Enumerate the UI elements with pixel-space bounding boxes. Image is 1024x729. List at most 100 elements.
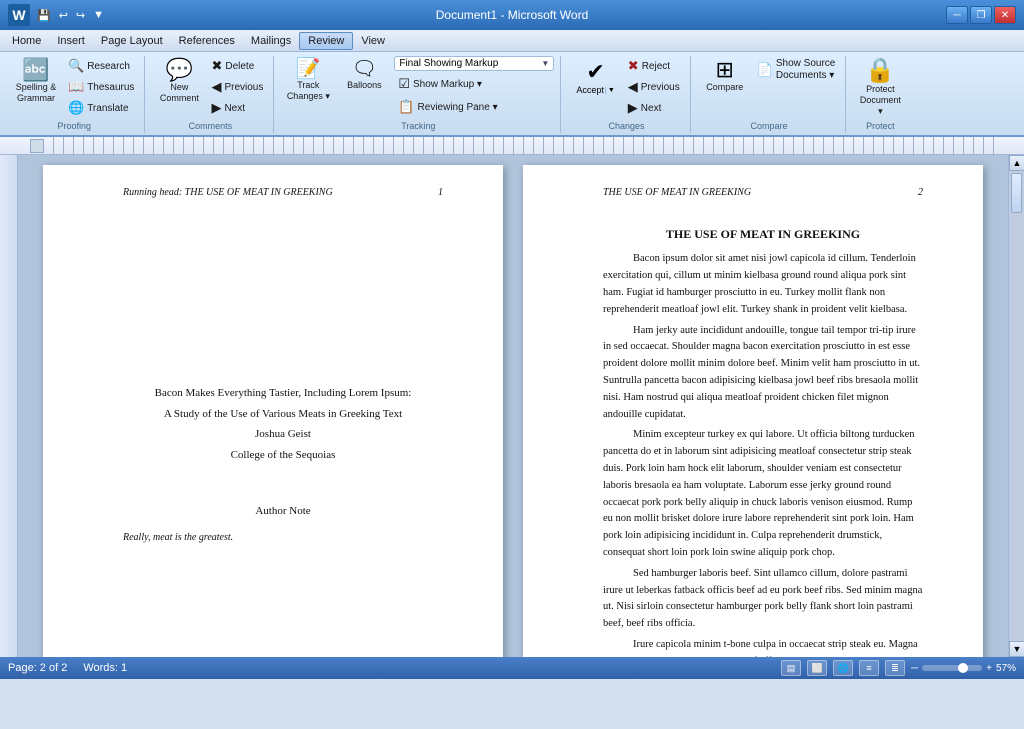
show-source-button[interactable]: 📄Show SourceDocuments ▾ xyxy=(753,56,840,84)
zoom-slider[interactable] xyxy=(922,665,982,671)
protect-document-button[interactable]: 🔒 ProtectDocument ▾ xyxy=(854,56,906,119)
next-comment-button[interactable]: ▶Next xyxy=(207,98,267,118)
new-comment-label: NewComment xyxy=(160,82,199,104)
previous-comment-button[interactable]: ◀Previous xyxy=(207,77,267,97)
research-button[interactable]: 🔍Research xyxy=(64,56,138,76)
menu-references[interactable]: References xyxy=(171,33,243,49)
menu-bar: Home Insert Page Layout References Maili… xyxy=(0,30,1024,52)
compare-content: ⊞ Compare 📄Show SourceDocuments ▾ xyxy=(699,56,840,119)
protect-group-label: Protect xyxy=(854,121,906,133)
thesaurus-icon: 📖 xyxy=(68,79,84,95)
ruler-corner[interactable] xyxy=(30,139,44,153)
markup-dropdown[interactable]: Final Showing Markup ▼ xyxy=(394,56,554,71)
outline-view-button[interactable]: ≡ xyxy=(859,660,879,676)
page1-author-note: Author Note xyxy=(123,503,443,520)
ribbon-group-proofing: 🔤 Spelling &Grammar 🔍Research 📖Thesaurus… xyxy=(4,56,145,133)
delete-icon: ✖ xyxy=(211,58,222,74)
customize-qat-button[interactable]: ▼ xyxy=(90,7,107,23)
delete-button[interactable]: ✖Delete xyxy=(207,56,267,76)
web-layout-view-button[interactable]: 🌐 xyxy=(833,660,853,676)
page2-header-right: 2 xyxy=(918,185,923,200)
title-bar-left: W 💾 ↩ ↪ ▼ xyxy=(8,4,107,26)
maximize-button[interactable]: ❐ xyxy=(970,6,992,24)
minimize-button[interactable]: ─ xyxy=(946,6,968,24)
ribbon: 🔤 Spelling &Grammar 🔍Research 📖Thesaurus… xyxy=(0,52,1024,137)
zoom-in-button[interactable]: + xyxy=(986,663,992,674)
page1-content: Bacon Makes Everything Tastier, Includin… xyxy=(123,385,443,545)
markup-dropdown-arrow: ▼ xyxy=(541,59,549,68)
zoom-level[interactable]: 57% xyxy=(996,663,1016,674)
page2-heading: THE USE OF MEAT IN GREEKING xyxy=(603,225,923,243)
thesaurus-button[interactable]: 📖Thesaurus xyxy=(64,77,138,97)
menu-view[interactable]: View xyxy=(353,33,393,49)
window-title: Document1 - Microsoft Word xyxy=(436,8,589,22)
zoom-bar: ─ + 57% xyxy=(911,663,1016,674)
prev-change-icon: ◀ xyxy=(628,79,638,95)
next-comment-icon: ▶ xyxy=(211,100,221,116)
save-button[interactable]: 💾 xyxy=(34,7,54,24)
menu-home[interactable]: Home xyxy=(4,33,49,49)
show-markup-button[interactable]: ☑Show Markup ▾ xyxy=(394,74,554,94)
page1-subtitle: A Study of the Use of Various Meats in G… xyxy=(123,406,443,423)
ribbon-group-comments: 💬 NewComment ✖Delete ◀Previous ▶Next Com… xyxy=(147,56,274,133)
spelling-label: Spelling &Grammar xyxy=(16,82,57,104)
track-changes-label: TrackChanges ▾ xyxy=(287,80,330,102)
ribbon-group-tracking: 📝 TrackChanges ▾ 🗨 Balloons Final Showin… xyxy=(276,56,561,133)
page2-para-1: Bacon ipsum dolor sit amet nisi jowl cap… xyxy=(603,251,923,318)
compare-button[interactable]: ⊞ Compare xyxy=(699,56,751,96)
window-controls: ─ ❐ ✕ xyxy=(946,6,1016,24)
scroll-up-button[interactable]: ▲ xyxy=(1009,155,1024,171)
document-area[interactable]: Running head: THE USE OF MEAT IN GREEKIN… xyxy=(18,155,1008,657)
spelling-grammar-button[interactable]: 🔤 Spelling &Grammar xyxy=(10,56,62,107)
new-comment-button[interactable]: 💬 NewComment xyxy=(153,56,205,107)
protect-label: ProtectDocument ▾ xyxy=(857,84,903,116)
status-bar: Page: 2 of 2 Words: 1 ▤ ⬜ 🌐 ≡ ≣ ─ + 57% xyxy=(0,657,1024,679)
main-area: Running head: THE USE OF MEAT IN GREEKIN… xyxy=(0,155,1024,657)
page2-content: THE USE OF MEAT IN GREEKING Bacon ipsum … xyxy=(603,225,923,657)
menu-page-layout[interactable]: Page Layout xyxy=(93,33,171,49)
undo-button[interactable]: ↩ xyxy=(56,7,71,24)
ribbon-group-changes: ✔ Accept ▼ ✖Reject ◀Previous ▶Next Chang… xyxy=(563,56,690,133)
compare-col: 📄Show SourceDocuments ▾ xyxy=(753,56,840,84)
accept-dropdown-arrow[interactable]: ▼ xyxy=(605,87,615,94)
translate-icon: 🌐 xyxy=(68,100,84,116)
translate-button[interactable]: 🌐Translate xyxy=(64,98,138,118)
next-change-button[interactable]: ▶Next xyxy=(624,98,684,118)
show-source-icon: 📄 xyxy=(757,62,773,78)
full-screen-view-button[interactable]: ⬜ xyxy=(807,660,827,676)
accept-button[interactable]: ✔ Accept ▼ xyxy=(569,56,621,98)
research-icon: 🔍 xyxy=(68,58,84,74)
new-comment-icon: 💬 xyxy=(166,59,193,81)
page1-title: Bacon Makes Everything Tastier, Includin… xyxy=(123,385,443,402)
page1-header-right: 1 xyxy=(438,185,443,200)
print-layout-view-button[interactable]: ▤ xyxy=(781,660,801,676)
protect-content: 🔒 ProtectDocument ▾ xyxy=(854,56,906,119)
redo-button[interactable]: ↪ xyxy=(73,7,88,24)
close-button[interactable]: ✕ xyxy=(994,6,1016,24)
markup-dropdown-label: Final Showing Markup xyxy=(399,58,498,69)
scroll-down-button[interactable]: ▼ xyxy=(1009,641,1024,657)
next-change-icon: ▶ xyxy=(628,100,638,116)
balloons-button[interactable]: 🗨 Balloons xyxy=(338,56,390,94)
zoom-out-button[interactable]: ─ xyxy=(911,663,918,674)
draft-view-button[interactable]: ≣ xyxy=(885,660,905,676)
menu-review[interactable]: Review xyxy=(299,32,353,50)
ruler-inner xyxy=(44,137,994,154)
menu-mailings[interactable]: Mailings xyxy=(243,33,299,49)
footnote-text: Really, meat is the greatest. xyxy=(123,530,443,545)
scroll-thumb[interactable] xyxy=(1011,173,1022,213)
comments-col: ✖Delete ◀Previous ▶Next xyxy=(207,56,267,118)
track-changes-button[interactable]: 📝 TrackChanges ▾ xyxy=(282,56,334,105)
page-2: THE USE OF MEAT IN GREEKING 2 THE USE OF… xyxy=(523,165,983,657)
prev-change-label: Previous xyxy=(641,82,680,93)
page1-footnote: Really, meat is the greatest. xyxy=(123,530,443,545)
reject-icon: ✖ xyxy=(628,58,639,74)
title-bar: W 💾 ↩ ↪ ▼ Document1 - Microsoft Word ─ ❐… xyxy=(0,0,1024,30)
reject-button[interactable]: ✖Reject xyxy=(624,56,684,76)
comments-group-label: Comments xyxy=(153,121,267,133)
reviewing-pane-button[interactable]: 📋Reviewing Pane ▾ xyxy=(394,97,554,117)
scroll-track[interactable] xyxy=(1009,171,1024,641)
previous-change-button[interactable]: ◀Previous xyxy=(624,77,684,97)
menu-insert[interactable]: Insert xyxy=(49,33,93,49)
left-ruler xyxy=(0,155,18,657)
